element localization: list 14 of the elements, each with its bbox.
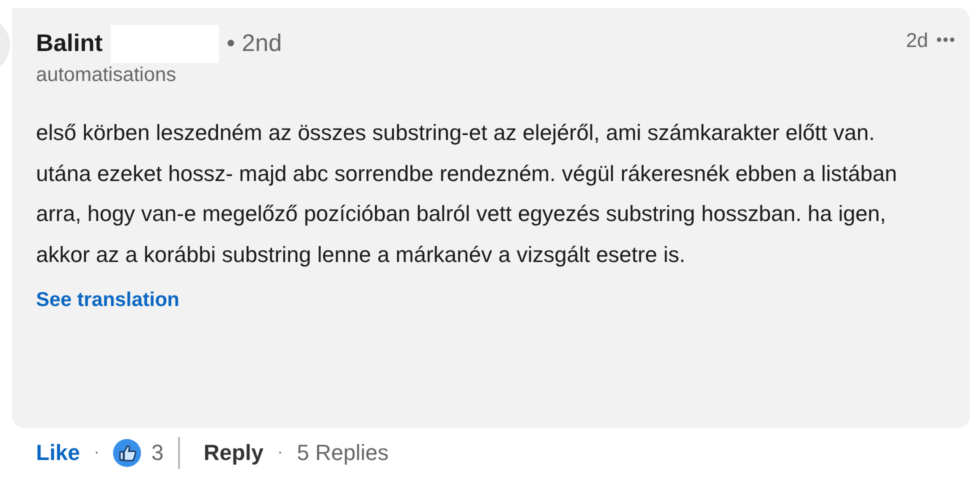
separator-dot: · bbox=[278, 444, 283, 462]
comment-text: első körben leszedném az összes substring-et az elejéről, ami számkarakter előtt van. utána ezeket hossz- majd abc sorrendbe rendezném. végül rákeresnék ebben a listában arra, hogy van-e megelőző pozícióban balról vett egyezés substring hosszban. ha igen, akkor az a korábbi substring lenne a márkanév a vizsgált esetre is. bbox=[36, 119, 898, 269]
like-link[interactable]: Like bbox=[36, 440, 80, 466]
reaction-count[interactable]: 3 bbox=[151, 440, 164, 466]
separator-dot: · bbox=[94, 444, 100, 462]
comment-time: 2d bbox=[906, 30, 928, 52]
more-options-button[interactable]: ••• bbox=[936, 32, 956, 50]
reply-link[interactable]: Reply bbox=[204, 440, 264, 466]
see-translation-link[interactable]: See translation bbox=[36, 289, 180, 312]
author-name[interactable]: Balint bbox=[36, 30, 103, 58]
author-headline: automatisations bbox=[36, 64, 178, 87]
replies-link[interactable]: 5 Replies bbox=[296, 440, 389, 466]
thumbs-up-icon bbox=[113, 439, 142, 467]
connection-degree: • 2nd bbox=[226, 30, 282, 58]
